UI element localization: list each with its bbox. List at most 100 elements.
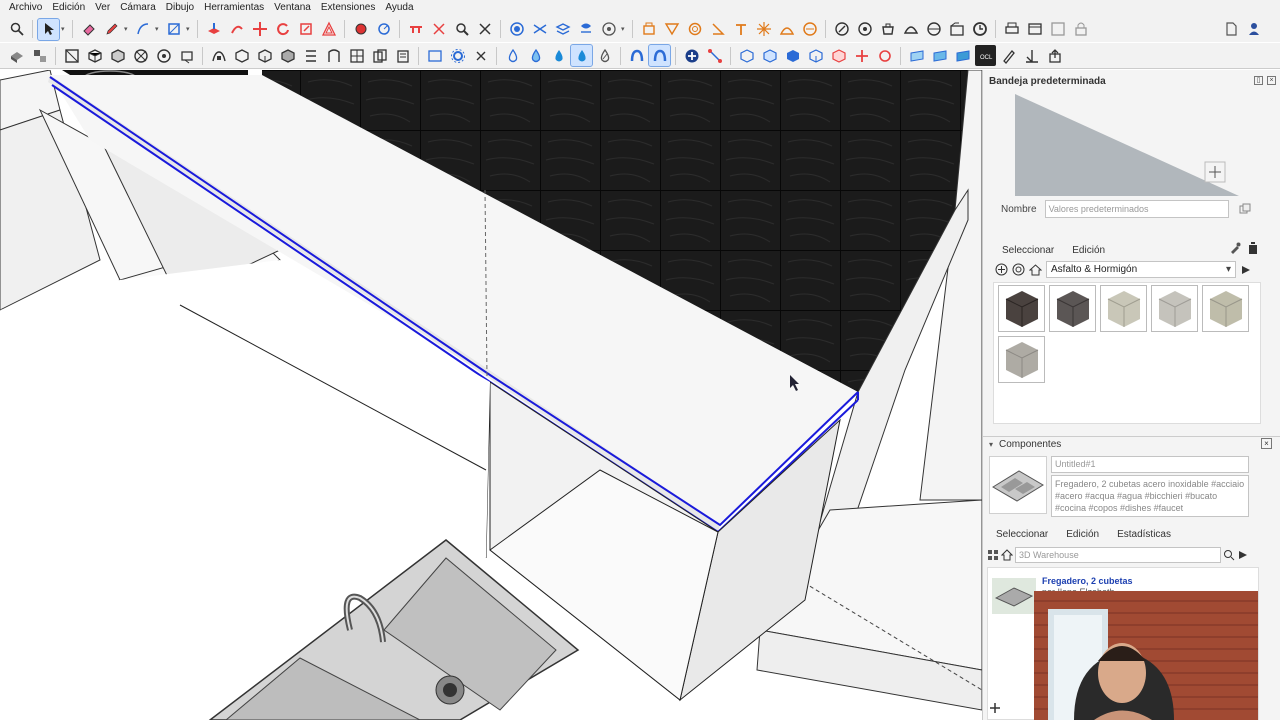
tab-materials-select[interactable]: Seleccionar [993, 243, 1063, 260]
details-arrow-icon[interactable] [1240, 264, 1252, 276]
menu-extensiones[interactable]: Extensiones [316, 0, 380, 16]
result-thumbnail[interactable] [992, 578, 1036, 614]
material-swatch-2[interactable] [1049, 285, 1096, 332]
wireframe-icon[interactable] [231, 45, 252, 66]
rotate-icon[interactable] [272, 19, 293, 40]
material-name-input[interactable]: Valores predeterminados [1044, 200, 1229, 218]
component-description[interactable]: Fregadero, 2 cubetas acero inoxidable #a… [1051, 475, 1249, 517]
menu-ventana[interactable]: Ventana [269, 0, 316, 16]
search-icon[interactable] [6, 19, 27, 40]
home-icon[interactable] [1001, 549, 1013, 561]
drop-active-icon[interactable] [570, 44, 593, 67]
menu-dibujo[interactable]: Dibujo [161, 0, 199, 16]
tab-components-edit[interactable]: Edición [1057, 527, 1108, 544]
select-box-icon[interactable] [424, 45, 445, 66]
eyedropper-icon[interactable] [1229, 242, 1241, 254]
components-icon[interactable] [29, 45, 50, 66]
tape-icon[interactable] [350, 19, 371, 40]
menu-edicion[interactable]: Edición [47, 0, 90, 16]
sandbox-icon[interactable] [831, 19, 852, 40]
menu-ver[interactable]: Ver [90, 0, 115, 16]
magnet-active-icon[interactable] [648, 44, 671, 67]
warehouse-icon[interactable] [854, 19, 875, 40]
drop-icon[interactable] [502, 45, 523, 66]
new-file-icon[interactable] [1220, 19, 1241, 40]
monochrome-icon[interactable] [323, 45, 344, 66]
material-library-dropdown[interactable]: Asfalto & Hormigón [1046, 261, 1236, 278]
pencil-icon[interactable] [101, 19, 122, 40]
user-icon[interactable] [1243, 19, 1264, 40]
axes-icon[interactable] [428, 19, 449, 40]
star-icon[interactable] [753, 19, 774, 40]
cube-edge-icon[interactable] [805, 45, 826, 66]
warehouse-search-input[interactable]: 3D Warehouse [1015, 547, 1221, 563]
cube-solid-icon[interactable] [782, 45, 803, 66]
close-icon[interactable] [470, 45, 491, 66]
solid-icon[interactable] [506, 19, 527, 40]
close-tray-icon[interactable]: × [1267, 76, 1276, 85]
section-icon[interactable] [529, 19, 550, 40]
close-components-icon[interactable]: × [1261, 438, 1272, 449]
components-panel-header[interactable]: ▾ Componentes [983, 436, 1280, 452]
create-material-icon[interactable] [995, 263, 1008, 276]
axis-icon[interactable] [1021, 45, 1042, 66]
line-icon[interactable] [132, 19, 153, 40]
grid-icon[interactable] [346, 45, 367, 66]
duplicate-icon[interactable] [1239, 203, 1251, 215]
polygon-icon[interactable] [799, 19, 820, 40]
drop-half-icon[interactable] [525, 45, 546, 66]
mesh3-icon[interactable] [952, 45, 973, 66]
drop-outline-icon[interactable] [594, 45, 615, 66]
iso-view-icon[interactable] [61, 45, 82, 66]
cube-outline-icon[interactable] [736, 45, 757, 66]
styles-icon[interactable] [575, 19, 596, 40]
navigate-arrow-icon[interactable] [1237, 549, 1249, 561]
dome-icon[interactable] [900, 19, 921, 40]
material-swatch-6[interactable] [998, 336, 1045, 383]
follow-me-icon[interactable] [226, 19, 247, 40]
split-icon[interactable] [851, 45, 872, 66]
print-icon[interactable] [1001, 19, 1022, 40]
protractor-icon[interactable] [373, 19, 394, 40]
offset-icon[interactable] [318, 19, 339, 40]
tab-components-stats[interactable]: Estadísticas [1108, 527, 1180, 544]
mesh2-icon[interactable] [929, 45, 950, 66]
text-icon[interactable] [405, 19, 426, 40]
cycle-icon[interactable] [874, 45, 895, 66]
arc-icon[interactable] [776, 19, 797, 40]
menu-ayuda[interactable]: Ayuda [380, 0, 418, 16]
textured-icon[interactable] [300, 45, 321, 66]
paint-icon[interactable] [661, 19, 682, 40]
layers-icon[interactable] [552, 19, 573, 40]
push-pull-icon[interactable] [203, 19, 224, 40]
paste-icon[interactable] [392, 45, 413, 66]
teapot-icon[interactable] [877, 19, 898, 40]
menu-archivo[interactable]: Archivo [4, 0, 47, 16]
left-view-icon[interactable] [176, 45, 197, 66]
shadow-icon[interactable] [638, 19, 659, 40]
modeling-viewport[interactable] [0, 70, 982, 720]
gear-icon[interactable] [447, 45, 468, 66]
scenes-icon[interactable] [598, 19, 619, 40]
shaded-icon[interactable] [277, 45, 298, 66]
model-materials-icon[interactable] [1012, 263, 1025, 276]
magnet-icon[interactable] [626, 45, 647, 66]
drop-full-icon[interactable] [548, 45, 569, 66]
cube-red-icon[interactable] [828, 45, 849, 66]
cube-face-icon[interactable] [759, 45, 780, 66]
add-icon[interactable] [681, 45, 702, 66]
back-view-icon[interactable] [153, 45, 174, 66]
folder-icon[interactable] [946, 19, 967, 40]
menu-herramientas[interactable]: Herramientas [199, 0, 269, 16]
pin-icon[interactable] [989, 702, 1001, 714]
tab-materials-edit[interactable]: Edición [1063, 243, 1114, 260]
front-view-icon[interactable] [107, 45, 128, 66]
ocl-icon[interactable]: OCL [975, 45, 996, 66]
pin-icon[interactable] [730, 19, 751, 40]
view-options-icon[interactable] [987, 549, 999, 561]
circle-tool-icon[interactable] [684, 19, 705, 40]
brush-icon[interactable] [998, 45, 1019, 66]
rectangle-icon[interactable] [163, 19, 184, 40]
material-swatch-1[interactable] [998, 285, 1045, 332]
pin-tray-icon[interactable]: ▯ [1254, 76, 1263, 85]
